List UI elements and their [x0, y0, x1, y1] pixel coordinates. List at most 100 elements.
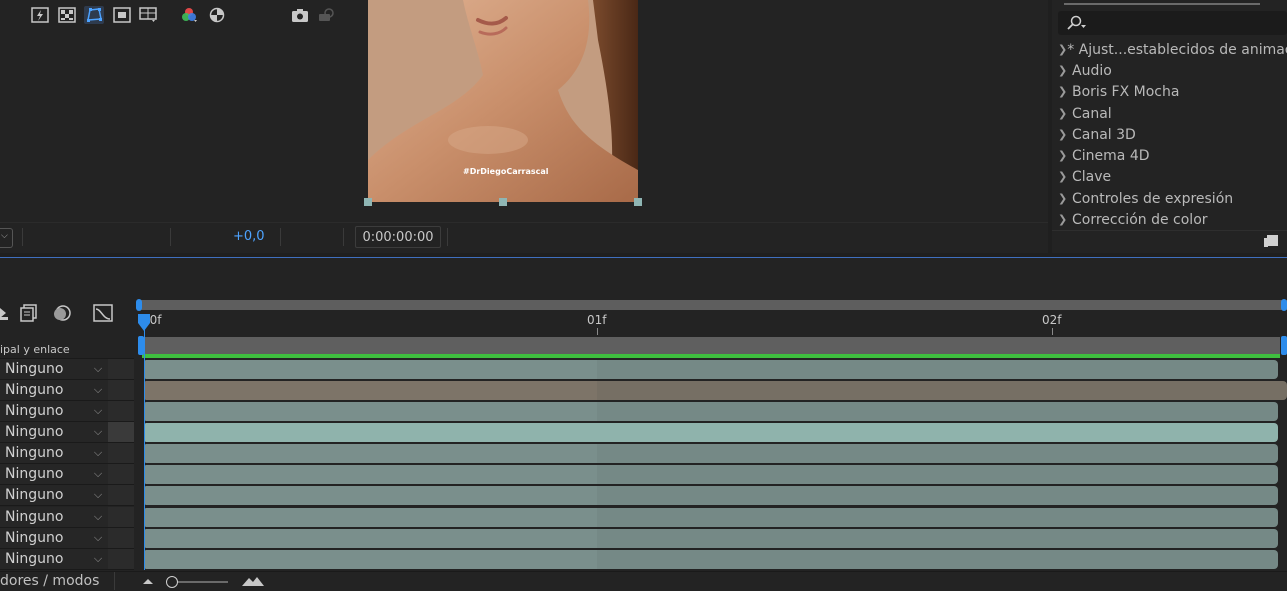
work-area-end-handle[interactable]: [1281, 336, 1287, 355]
chevron-down-icon: ⌵: [93, 510, 103, 523]
frame-blending-icon[interactable]: [19, 304, 39, 322]
chevron-down-icon: ⌵: [93, 488, 103, 501]
parent-link-dropdown[interactable]: Ninguno ⌵: [0, 464, 108, 485]
timecode-display[interactable]: 0:00:00:00: [355, 226, 441, 248]
layer-row-spacer: [108, 485, 134, 506]
chevron-right-icon: ❯: [1058, 85, 1068, 98]
effects-category[interactable]: ❯ Canal 3D: [1058, 124, 1287, 145]
guides-icon[interactable]: [139, 6, 159, 24]
chevron-down-icon: ⌵: [93, 362, 103, 375]
chevron-right-icon: ❯: [1058, 192, 1068, 205]
region-of-interest-icon[interactable]: [112, 6, 132, 24]
transparency-grid-icon[interactable]: [57, 6, 77, 24]
watermark-text: #DrDiegoCarrascal: [463, 167, 549, 176]
effects-search-input[interactable]: [1058, 11, 1287, 35]
chevron-down-icon: ⌵: [93, 531, 103, 544]
mask-path-icon[interactable]: [84, 6, 104, 24]
effects-category[interactable]: ❯ Clave: [1058, 166, 1287, 187]
composition-frame[interactable]: #DrDiegoCarrascal: [368, 0, 638, 202]
zoom-slider-track[interactable]: [172, 581, 228, 583]
transform-handle[interactable]: [364, 198, 372, 206]
chevron-down-icon: ⌵: [1, 231, 8, 241]
effects-category[interactable]: ❯ Canal: [1058, 103, 1287, 124]
panel-scroll-indicator: [1064, 3, 1260, 5]
zoom-slider-thumb[interactable]: [166, 576, 178, 588]
parent-link-dropdown[interactable]: Ninguno ⌵: [0, 422, 108, 443]
toolbar-divider: [447, 228, 448, 246]
parent-link-dropdown[interactable]: Ninguno ⌵: [0, 443, 108, 464]
transform-handle[interactable]: [634, 198, 642, 206]
fast-previews-icon[interactable]: [30, 6, 50, 24]
snapshot-icon[interactable]: [290, 6, 310, 24]
layer-bar[interactable]: [145, 529, 1278, 548]
chevron-down-icon: ⌵: [93, 425, 103, 438]
parent-link-dropdown[interactable]: Ninguno ⌵: [0, 485, 108, 506]
chevron-down-icon: ⌵: [93, 467, 103, 480]
parent-link-dropdown[interactable]: Ninguno ⌵: [0, 549, 108, 570]
effects-panel-footer: [1052, 230, 1287, 253]
toolbar-divider: [22, 228, 23, 246]
parent-link-dropdown[interactable]: Ninguno ⌵: [0, 359, 108, 380]
chevron-right-icon: ❯: [1058, 128, 1068, 141]
new-folder-icon[interactable]: [1263, 234, 1279, 248]
work-area-bar[interactable]: [142, 337, 1280, 354]
chevron-right-icon: ❯: [1058, 213, 1068, 226]
parent-link-dropdown[interactable]: Ninguno ⌵: [0, 507, 108, 528]
draft-3d-icon[interactable]: [0, 305, 10, 321]
layer-bar[interactable]: [145, 508, 1278, 527]
zoom-out-icon[interactable]: [141, 577, 155, 585]
layer-row-spacer: [108, 359, 134, 380]
effects-category[interactable]: ❯ Corrección de color: [1058, 209, 1287, 230]
effects-category[interactable]: ❯ Boris FX Mocha: [1058, 81, 1287, 102]
chevron-right-icon: ❯: [1058, 107, 1068, 120]
toolbar-divider: [343, 228, 344, 246]
resolution-dropdown[interactable]: ⌵: [0, 228, 13, 248]
exposure-value[interactable]: +0,0: [233, 229, 265, 244]
effects-category[interactable]: ❯ Audio: [1058, 60, 1287, 81]
motion-blur-icon[interactable]: [52, 304, 72, 322]
layer-bar[interactable]: [145, 444, 1278, 463]
time-navigator[interactable]: [138, 300, 1287, 310]
search-icon: [1067, 15, 1086, 30]
effects-category[interactable]: ❯ Controles de expresión: [1058, 188, 1287, 209]
layer-bar-selected[interactable]: [145, 423, 1278, 442]
work-area-render-bar: [142, 354, 1280, 358]
layer-bar[interactable]: [145, 381, 1287, 400]
navigator-end-handle[interactable]: [1281, 299, 1287, 311]
parent-link-dropdown[interactable]: Ninguno ⌵: [0, 528, 108, 549]
layer-row-spacer: [108, 401, 134, 422]
layer-row-spacer: [108, 443, 134, 464]
current-time-indicator-head[interactable]: [137, 313, 152, 333]
effects-category[interactable]: ❯* Ajust...establecidos de animación: [1058, 39, 1287, 60]
layer-row-spacer: [108, 549, 134, 570]
chevron-right-icon: ❯: [1058, 149, 1068, 162]
layer-row-spacer: [108, 464, 134, 485]
graph-editor-icon[interactable]: [93, 303, 115, 323]
transform-handle[interactable]: [499, 198, 507, 206]
layer-bar[interactable]: [145, 550, 1278, 569]
layer-bar[interactable]: [145, 402, 1278, 421]
layer-bar[interactable]: [145, 486, 1278, 505]
switches-modes-toggle[interactable]: dores / modos: [0, 573, 99, 589]
time-ruler[interactable]: [138, 311, 1287, 336]
chevron-right-icon: ❯: [1058, 43, 1068, 56]
color-channels-icon[interactable]: [179, 6, 199, 24]
layer-bar[interactable]: [145, 360, 1278, 379]
zoom-in-icon[interactable]: [241, 575, 265, 587]
layer-row-spacer: [108, 422, 134, 443]
ruler-tick: [597, 328, 598, 335]
navigator-start-handle[interactable]: [136, 299, 142, 311]
chevron-down-icon: ⌵: [93, 446, 103, 459]
ruler-tick: [1052, 328, 1053, 335]
parent-link-dropdown[interactable]: Ninguno ⌵: [0, 401, 108, 422]
chevron-down-icon: ⌵: [93, 404, 103, 417]
effects-category[interactable]: ❯ Cinema 4D: [1058, 145, 1287, 166]
toolbar-divider: [170, 228, 171, 246]
exposure-reset-icon[interactable]: [207, 6, 227, 24]
show-snapshot-icon[interactable]: [317, 6, 337, 24]
parent-link-dropdown[interactable]: Ninguno ⌵: [0, 380, 108, 401]
layer-row-spacer: [108, 380, 134, 401]
parent-link-column-header[interactable]: ipal y enlace: [0, 343, 70, 356]
chevron-down-icon: ⌵: [93, 383, 103, 396]
layer-bar[interactable]: [145, 465, 1278, 484]
